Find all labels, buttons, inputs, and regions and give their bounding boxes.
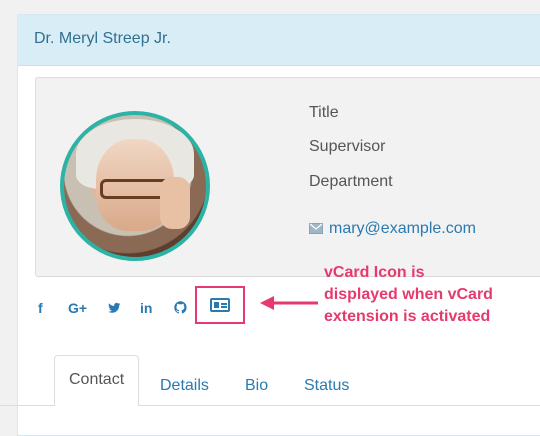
tab-status[interactable]: Status xyxy=(304,377,349,405)
tab-details[interactable]: Details xyxy=(160,377,209,405)
annotation-line-2: displayed when vCard xyxy=(324,286,493,303)
annotation-line-1: vCard Icon is xyxy=(324,264,425,281)
department-label: Department xyxy=(309,173,393,190)
tab-contact[interactable]: Contact xyxy=(54,355,140,406)
tab-bio[interactable]: Bio xyxy=(245,377,268,405)
profile-name: Dr. Meryl Streep Jr. xyxy=(34,30,171,47)
arrow-icon xyxy=(260,296,318,310)
profile-tabs: Contact Details Bio Status xyxy=(0,355,540,406)
twitter-icon[interactable] xyxy=(107,298,121,318)
supervisor-label: Supervisor xyxy=(309,138,386,155)
facebook-icon[interactable]: f xyxy=(38,298,43,318)
linkedin-icon[interactable]: in xyxy=(140,298,152,318)
vcard-annotation: vCard Icon is displayed when vCard exten… xyxy=(324,262,539,328)
vcard-highlight-box xyxy=(195,286,245,324)
avatar-hand xyxy=(160,177,190,229)
google-plus-icon[interactable]: G+ xyxy=(68,298,87,318)
vcard-icon[interactable] xyxy=(210,298,230,312)
annotation-line-3: extension is activated xyxy=(324,308,491,325)
title-label: Title xyxy=(309,104,339,121)
avatar xyxy=(60,111,210,261)
panel-header: Dr. Meryl Streep Jr. xyxy=(18,15,540,66)
mail-icon xyxy=(309,223,323,234)
profile-card xyxy=(35,77,540,277)
email-link[interactable]: mary@example.com xyxy=(309,220,476,238)
github-icon[interactable] xyxy=(173,298,188,318)
email-text: mary@example.com xyxy=(329,220,476,237)
